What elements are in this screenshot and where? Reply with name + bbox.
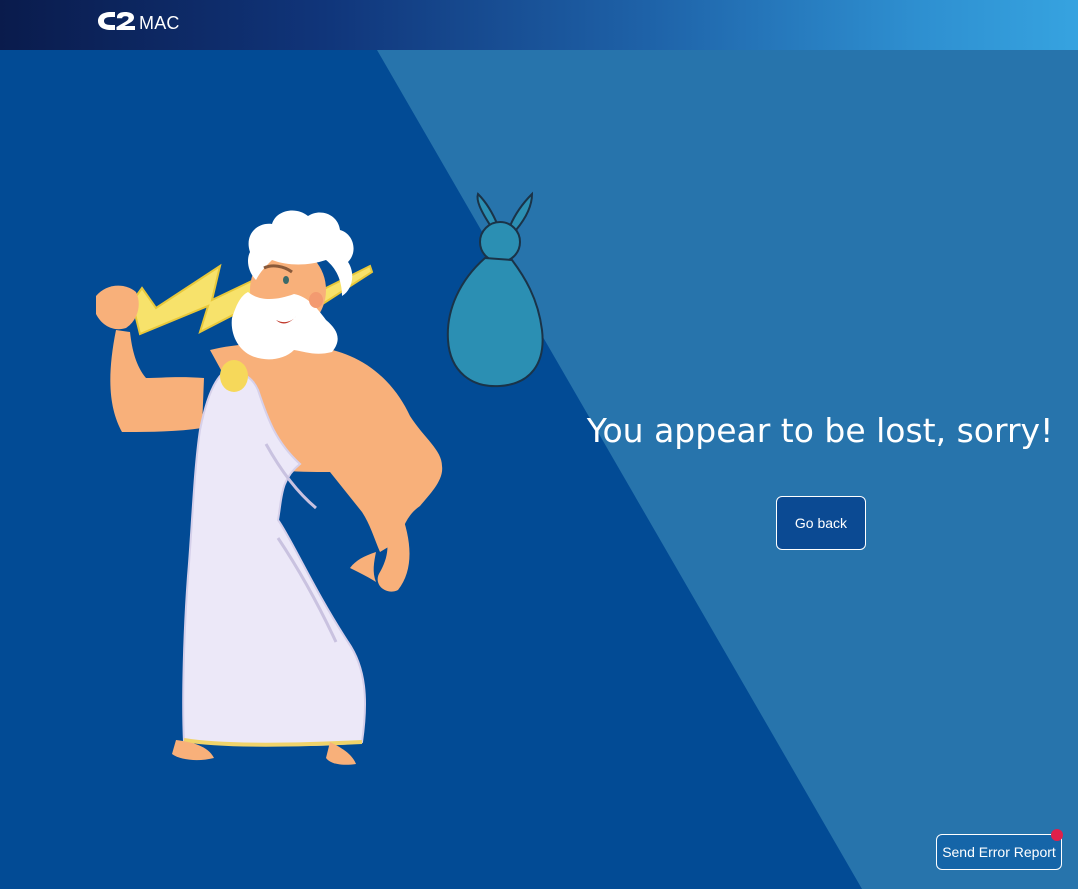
zeus-fist: [96, 285, 139, 330]
notification-dot: [1051, 829, 1063, 841]
gold-clasp: [220, 360, 248, 392]
page-title: You appear to be lost, sorry!: [586, 411, 1054, 450]
zeus-raised-arm: [110, 330, 204, 432]
c2-logo-mark: [98, 12, 135, 30]
send-error-report-button[interactable]: Send Error Report: [936, 834, 1062, 870]
not-found-page: MAC You appear to be lost, sorry! Go bac…: [0, 0, 1078, 889]
zeus-illustration: [96, 191, 544, 765]
logo[interactable]: MAC: [96, 6, 180, 36]
top-bar: MAC: [0, 0, 1078, 50]
logo-text: MAC: [139, 12, 180, 33]
bag-body: [446, 256, 544, 388]
go-back-button[interactable]: Go back: [776, 496, 866, 550]
